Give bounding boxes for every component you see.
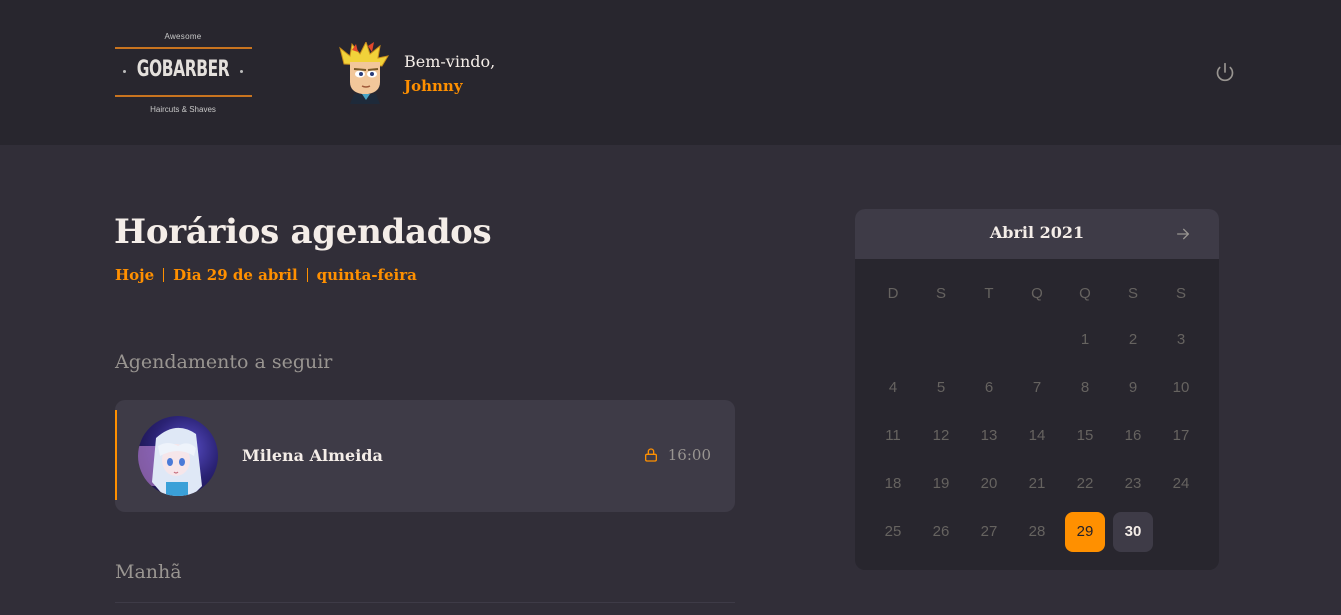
date-separator: [306, 268, 308, 282]
calendar-weekday: T: [984, 285, 994, 302]
logout-button[interactable]: [1212, 59, 1238, 85]
calendar-day-9[interactable]: 9: [1113, 368, 1153, 408]
calendar-day-21[interactable]: 21: [1017, 464, 1057, 504]
calendar-weekday: D: [887, 285, 899, 302]
welcome-block: Bem-vindo, Johnny: [404, 50, 495, 98]
power-icon: [1216, 62, 1234, 82]
morning-section-title: Manhã: [115, 561, 182, 583]
calendar-day-30[interactable]: 30: [1113, 512, 1153, 552]
calendar-day-19[interactable]: 19: [921, 464, 961, 504]
card-accent-bar: [115, 410, 117, 500]
calendar-day-7[interactable]: 7: [1017, 368, 1057, 408]
appointment-time: 16:00: [643, 446, 711, 464]
calendar-day-12[interactable]: 12: [921, 416, 961, 456]
calendar-day-1[interactable]: 1: [1065, 320, 1105, 360]
calendar-day-11[interactable]: 11: [873, 416, 913, 456]
calendar-header: Abril 2021: [855, 209, 1219, 259]
calendar-day-5[interactable]: 5: [921, 368, 961, 408]
date-day: Dia 29 de abril: [173, 266, 298, 284]
logo-line-top: [115, 47, 252, 49]
section-divider: [115, 602, 735, 603]
date-separator: [163, 268, 165, 282]
calendar-day-8[interactable]: 8: [1065, 368, 1105, 408]
calendar-weekday: Q: [1031, 285, 1043, 302]
calendar-next-month-button[interactable]: [1173, 224, 1193, 244]
calendar-day-4[interactable]: 4: [873, 368, 913, 408]
calendar-day-18[interactable]: 18: [873, 464, 913, 504]
date-line: Hoje Dia 29 de abril quinta-feira: [115, 266, 417, 284]
appointment-time-text: 16:00: [667, 446, 711, 464]
client-avatar: [138, 416, 218, 496]
calendar-day-10[interactable]: 10: [1161, 368, 1201, 408]
calendar-day-23[interactable]: 23: [1113, 464, 1153, 504]
logo-dot-left: [123, 70, 126, 73]
calendar-day-20[interactable]: 20: [969, 464, 1009, 504]
calendar-day-28[interactable]: 28: [1017, 512, 1057, 552]
logo-line-bottom: [115, 95, 252, 97]
next-appointment-card[interactable]: Milena Almeida 16:00: [115, 400, 735, 512]
user-name-link[interactable]: Johnny: [404, 74, 495, 98]
calendar: Abril 2021 D S T Q Q S S 1 2 3 4 5 6 7 8 9 10 11 12 13 14 15 1…: [855, 209, 1219, 570]
next-appointment-title: Agendamento a seguir: [115, 351, 333, 373]
client-name: Milena Almeida: [242, 446, 383, 465]
page-title: Horários agendados: [114, 212, 492, 252]
logo-top-text: Awesome: [164, 32, 202, 41]
calendar-day-17[interactable]: 17: [1161, 416, 1201, 456]
calendar-weekday: Q: [1079, 285, 1091, 302]
logo-main-text: GOBARBER: [136, 57, 230, 82]
calendar-weekday: S: [1127, 285, 1138, 302]
header: Awesome GOBARBER Haircuts & Shaves Bem-v…: [0, 0, 1341, 145]
calendar-day-6[interactable]: 6: [969, 368, 1009, 408]
calendar-day-14[interactable]: 14: [1017, 416, 1057, 456]
welcome-label: Bem-vindo,: [404, 52, 496, 71]
user-avatar[interactable]: [338, 40, 390, 104]
calendar-day-27[interactable]: 27: [969, 512, 1009, 552]
logo-dot-right: [240, 70, 243, 73]
calendar-day-29[interactable]: 29: [1065, 512, 1105, 552]
calendar-month-label: Abril 2021: [989, 223, 1085, 242]
calendar-day-3[interactable]: 3: [1161, 320, 1201, 360]
calendar-day-24[interactable]: 24: [1161, 464, 1201, 504]
logo-bottom-text: Haircuts & Shaves: [150, 105, 216, 114]
gobarber-logo: Awesome GOBARBER Haircuts & Shaves: [114, 30, 252, 116]
date-today: Hoje: [115, 266, 155, 284]
calendar-day-13[interactable]: 13: [969, 416, 1009, 456]
calendar-day-25[interactable]: 25: [873, 512, 913, 552]
calendar-day-16[interactable]: 16: [1113, 416, 1153, 456]
calendar-weekday: S: [935, 285, 946, 302]
arrow-right-icon: [1177, 228, 1189, 240]
calendar-day-22[interactable]: 22: [1065, 464, 1105, 504]
calendar-day-2[interactable]: 2: [1113, 320, 1153, 360]
lock-icon: [644, 448, 657, 462]
calendar-day-15[interactable]: 15: [1065, 416, 1105, 456]
date-weekday: quinta-feira: [316, 266, 417, 284]
calendar-weekday: S: [1175, 285, 1186, 302]
calendar-day-26[interactable]: 26: [921, 512, 961, 552]
